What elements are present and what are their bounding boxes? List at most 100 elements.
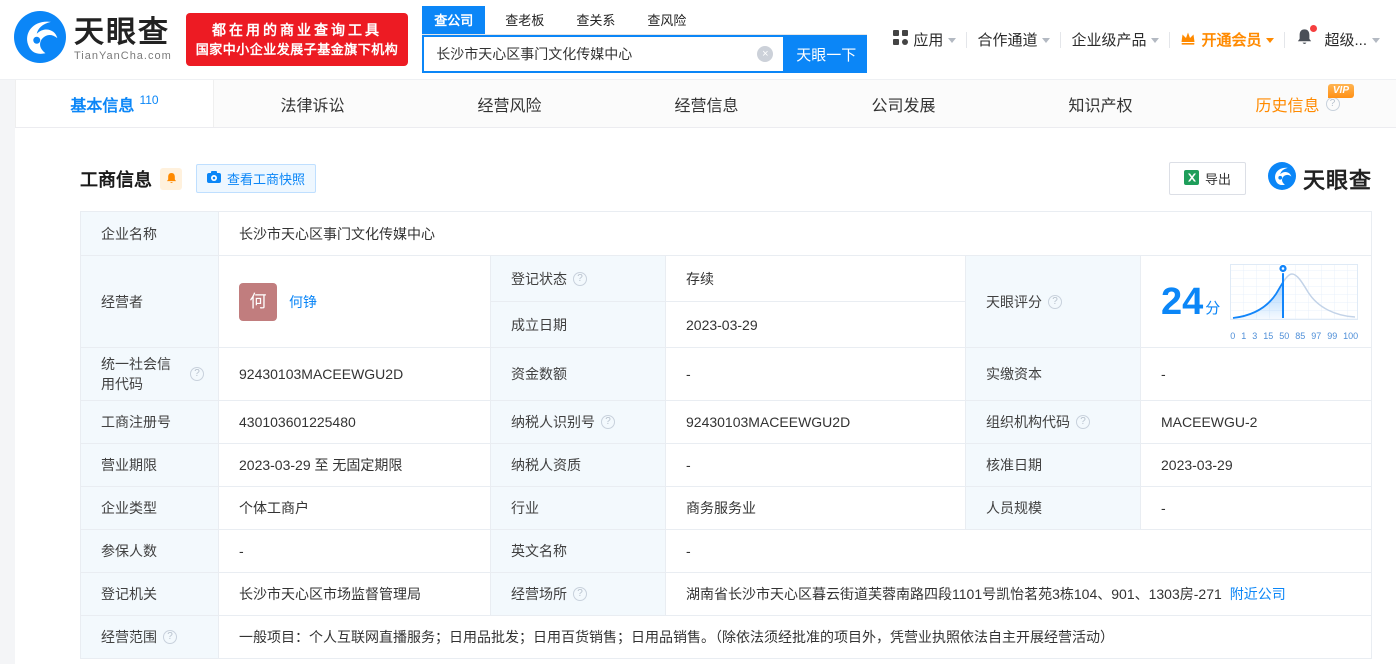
business-term-label: 营业期限 <box>80 443 219 487</box>
score-axis-tick: 97 <box>1311 331 1322 341</box>
table-row: 登记机关 长沙市天心区市场监督管理局 经营场所 湖南省长沙市天心区暮云街道芙蓉南… <box>80 572 1372 616</box>
nav-apps-label: 应用 <box>913 32 944 49</box>
org-code-label: 组织机构代码 <box>965 400 1141 444</box>
brand-logo-icon <box>1267 162 1296 195</box>
company-type-label: 企业类型 <box>80 486 219 530</box>
crown-icon <box>1180 31 1196 49</box>
score-axis-tick: 99 <box>1327 331 1338 341</box>
help-icon[interactable] <box>1048 294 1062 309</box>
excel-icon <box>1183 169 1199 188</box>
search-tab-relation[interactable]: 查关系 <box>564 6 627 34</box>
caret-down-icon <box>1042 38 1051 43</box>
taxpayer-quality-value: - <box>665 443 966 487</box>
company-name-label: 企业名称 <box>80 211 219 256</box>
approval-date-value: 2023-03-29 <box>1140 443 1372 487</box>
operator-name-link[interactable]: 何铮 <box>289 292 317 312</box>
credit-code-label: 统一社会信用代码 <box>80 347 219 401</box>
search-tab-risk[interactable]: 查风险 <box>635 6 698 34</box>
reg-number-label: 工商注册号 <box>80 400 219 444</box>
search-input-wrap <box>422 35 786 73</box>
help-icon[interactable] <box>1076 415 1090 429</box>
score-axis: 0 1 3 15 50 85 97 99 100 <box>1230 331 1358 341</box>
search-tabs: 查公司 查老板 查关系 查风险 <box>422 6 868 35</box>
divider <box>1060 31 1062 48</box>
caret-down-icon <box>1151 38 1160 43</box>
tab-operational-risk[interactable]: 经营风险 <box>411 80 608 127</box>
score-axis-tick: 85 <box>1295 331 1306 341</box>
export-button-label: 导出 <box>1204 172 1231 187</box>
tab-business-info[interactable]: 经营信息 <box>608 80 805 127</box>
business-site-label: 经营场所 <box>490 572 666 616</box>
search-tab-company[interactable]: 查公司 <box>422 6 486 34</box>
tab-legal-litigation[interactable]: 法律诉讼 <box>214 80 411 127</box>
page: 天眼查 TianYanCha.com 都在用的商业查询工具 国家中小企业发展子基… <box>0 0 1396 664</box>
export-button[interactable]: 导出 <box>1168 162 1246 195</box>
help-icon[interactable] <box>190 367 204 381</box>
nav-apps[interactable]: 应用 <box>893 29 957 50</box>
score-number: 24 <box>1161 280 1204 323</box>
approval-date-label: 核准日期 <box>965 443 1141 487</box>
english-name-value: - <box>665 529 1372 573</box>
score-axis-tick: 3 <box>1252 331 1258 341</box>
help-icon[interactable] <box>573 587 587 601</box>
help-icon[interactable] <box>573 271 587 286</box>
company-tabbar: 基本信息 110 法律诉讼 经营风险 经营信息 公司发展 知识产权 VIP 历史… <box>15 80 1396 128</box>
nav-open-vip[interactable]: 开通会员 <box>1180 29 1275 50</box>
table-row: 营业期限 2023-03-29 至 无固定期限 纳税人资质 - 核准日期 202… <box>80 443 1372 487</box>
industry-value: 商务服务业 <box>665 486 966 530</box>
page-gutter <box>0 80 15 664</box>
divider <box>1169 31 1171 48</box>
operator-avatar[interactable]: 何 <box>239 282 277 321</box>
nav-partner-label: 合作通道 <box>977 32 1038 49</box>
promo-badge: 都在用的商业查询工具 国家中小企业发展子基金旗下机构 <box>185 13 409 66</box>
help-icon[interactable] <box>601 415 615 429</box>
logo-title: 天眼查 <box>74 16 170 49</box>
subscribe-bell-icon[interactable] <box>160 167 182 190</box>
tab-basic-info-count: 110 <box>139 92 159 107</box>
operator-value: 何 何铮 <box>218 255 491 348</box>
business-info-table: 企业名称 长沙市天心区事门文化传媒中心 经营者 何 何铮 登记状态 存续 天眼评… <box>80 211 1372 659</box>
nav-account[interactable]: 超级... <box>1324 29 1380 50</box>
establish-date-label: 成立日期 <box>490 301 666 348</box>
table-row: 统一社会信用代码 92430103MACEEWGU2D 资金数额 - 实缴资本 … <box>80 347 1372 401</box>
tab-history-info[interactable]: VIP 历史信息 <box>1199 80 1396 127</box>
camera-icon <box>207 171 221 186</box>
score-axis-tick: 50 <box>1279 331 1290 341</box>
company-type-value: 个体工商户 <box>218 486 491 530</box>
notifications-bell[interactable] <box>1295 24 1318 52</box>
clear-icon[interactable] <box>757 46 774 62</box>
nav-account-label: 超级... <box>1324 32 1367 49</box>
taxpayer-id-value: 92430103MACEEWGU2D <box>665 400 966 444</box>
score-label: 天眼评分 <box>965 255 1141 348</box>
reg-status-value: 存续 <box>665 255 966 302</box>
snapshot-button[interactable]: 查看工商快照 <box>196 164 317 193</box>
help-icon[interactable] <box>163 630 177 644</box>
nav-partner-channel[interactable]: 合作通道 <box>977 29 1051 50</box>
taxpayer-id-label: 纳税人识别号 <box>490 400 666 444</box>
tab-intellectual-property[interactable]: 知识产权 <box>1002 80 1199 127</box>
search-button[interactable]: 天眼一下 <box>785 35 868 73</box>
tab-company-development[interactable]: 公司发展 <box>805 80 1002 127</box>
nav-vip-label: 开通会员 <box>1201 32 1262 49</box>
tianyancha-logo[interactable]: 天眼查 TianYanCha.com <box>14 11 172 68</box>
help-icon[interactable] <box>1325 96 1340 111</box>
search-tab-boss[interactable]: 查老板 <box>493 6 556 34</box>
industry-label: 行业 <box>490 486 666 530</box>
tab-basic-info[interactable]: 基本信息 110 <box>15 80 214 127</box>
score-axis-tick: 100 <box>1343 331 1359 341</box>
business-term-value: 2023-03-29 至 无固定期限 <box>218 443 491 487</box>
reg-authority-label: 登记机关 <box>80 572 219 616</box>
nearby-companies-link[interactable]: 附近公司 <box>1230 586 1286 602</box>
search-input[interactable] <box>424 46 758 62</box>
business-site-value: 湖南省长沙市天心区暮云街道芙蓉南路四段1101号凯怡茗苑3栋104、901、13… <box>665 572 1372 616</box>
capital-amount-value: - <box>665 347 966 401</box>
paid-capital-value: - <box>1140 347 1372 401</box>
promo-line2: 国家中小企业发展子基金旗下机构 <box>195 42 399 57</box>
nav-enterprise-products[interactable]: 企业级产品 <box>1071 29 1160 50</box>
business-scope-label: 经营范围 <box>80 615 219 659</box>
table-row: 经营者 何 何铮 登记状态 存续 天眼评分 24 分 <box>80 255 1372 348</box>
staff-size-label: 人员规模 <box>965 486 1141 530</box>
snapshot-button-label: 查看工商快照 <box>227 172 306 187</box>
taxpayer-quality-label: 纳税人资质 <box>490 443 666 487</box>
table-row: 参保人数 - 英文名称 - <box>80 529 1372 573</box>
